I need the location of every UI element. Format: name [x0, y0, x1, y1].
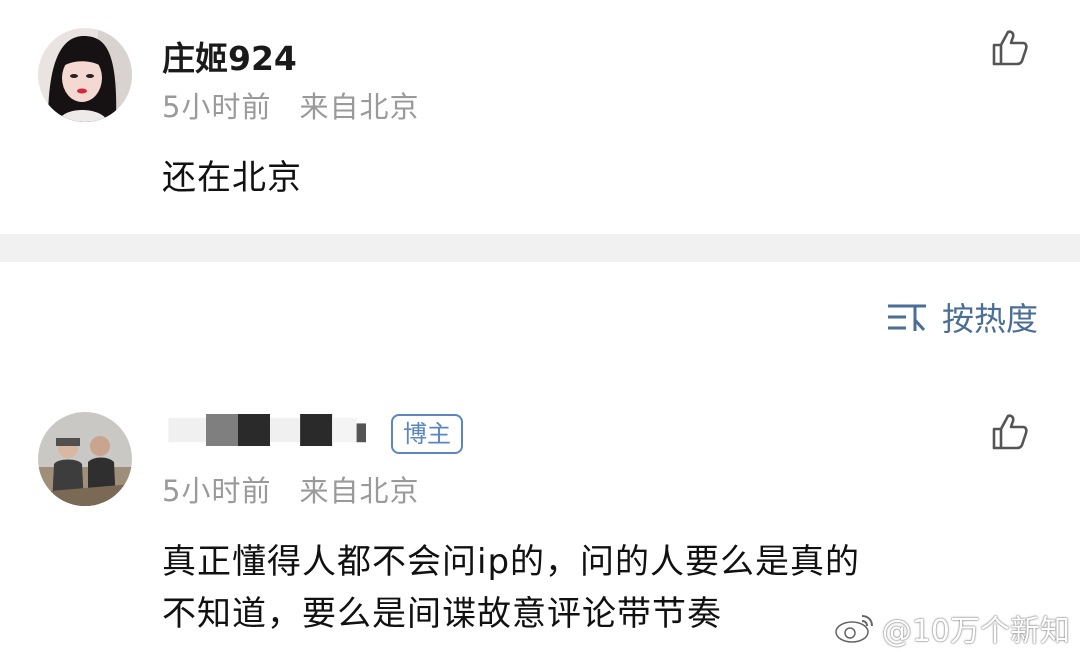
section-divider — [0, 234, 1080, 262]
comment-text-line: 不知道，要么是间谍故意评论带节奏 — [162, 594, 722, 634]
comment-location: 来自北京 — [299, 90, 420, 124]
comment-text: 还在北京 — [162, 158, 302, 198]
avatar[interactable] — [38, 28, 132, 122]
sort-icon — [887, 304, 926, 332]
comment-time: 5小时前 — [162, 90, 272, 124]
thumbs-up-icon[interactable] — [990, 28, 1030, 68]
sort-button[interactable]: 按热度 — [886, 294, 1038, 340]
username[interactable]: 庄姬924 — [162, 32, 297, 80]
comment-text: 真正懂得人都不会问ip的，问的人要么是真的 不知道，要么是间谍故意评论带节奏 — [162, 536, 860, 640]
avatar[interactable] — [38, 412, 132, 506]
watermark: @10万个新知 — [834, 606, 1070, 650]
censored-username[interactable] — [162, 414, 378, 446]
comment-meta: 5小时前 来自北京 — [162, 84, 419, 126]
blogger-badge: 博主 — [391, 414, 463, 454]
comment-meta: 5小时前 来自北京 — [162, 468, 419, 510]
comment-text-line: 真正懂得人都不会问ip的，问的人要么是真的 — [162, 542, 861, 582]
thumbs-up-icon[interactable] — [990, 412, 1030, 452]
weibo-logo — [835, 615, 873, 643]
comment-location: 来自北京 — [299, 474, 420, 508]
watermark-text: @10万个新知 — [881, 614, 1070, 649]
sort-label: 按热度 — [941, 300, 1038, 338]
comment-time: 5小时前 — [162, 474, 272, 508]
